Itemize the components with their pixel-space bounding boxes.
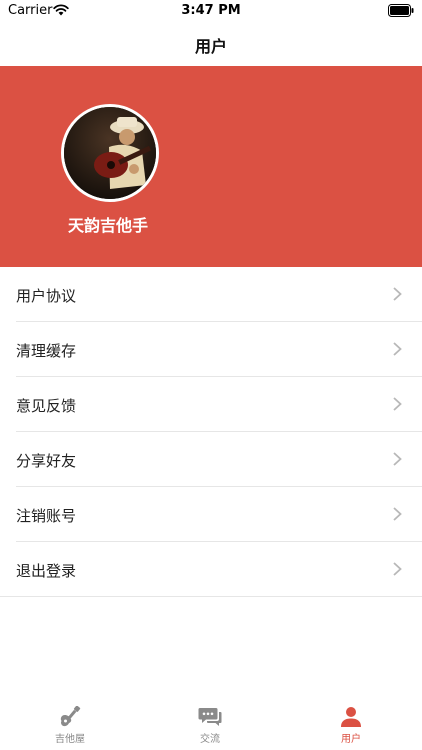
avatar[interactable]: [61, 104, 159, 202]
chat-icon: [198, 708, 222, 726]
menu-item-share[interactable]: 分享好友: [0, 432, 422, 487]
status-time: 3:47 PM: [181, 3, 241, 18]
chevron-right-icon: [393, 342, 402, 356]
menu-item-user-agreement[interactable]: 用户协议: [0, 267, 422, 322]
menu-item-clear-cache[interactable]: 清理缓存: [0, 322, 422, 377]
tab-bar: 吉他屋 交流 用户: [0, 700, 422, 750]
screen: Carrier 3:47 PM 用户 天韵吉他手 用户协议 清理缓存 意见反馈 …: [0, 0, 422, 750]
divider: [0, 596, 422, 597]
tab-label: 吉他屋: [55, 734, 85, 745]
user-icon: [341, 707, 361, 727]
status-bar: Carrier 3:47 PM: [0, 0, 422, 24]
menu-item-delete-account[interactable]: 注销账号: [0, 487, 422, 542]
menu-item-label: 退出登录: [16, 562, 77, 580]
username: 天韵吉他手: [67, 216, 148, 235]
chevron-right-icon: [393, 507, 402, 521]
tab-chat[interactable]: 交流: [160, 706, 260, 750]
chevron-right-icon: [393, 452, 402, 466]
menu-item-label: 清理缓存: [16, 342, 77, 360]
settings-menu: 用户协议 清理缓存 意见反馈 分享好友 注销账号 退出登录: [0, 267, 422, 597]
menu-item-label: 分享好友: [16, 452, 77, 470]
guitar-icon: [60, 706, 81, 727]
menu-item-label: 用户协议: [16, 287, 77, 305]
chevron-right-icon: [393, 287, 402, 301]
menu-item-logout[interactable]: 退出登录: [0, 542, 422, 597]
menu-item-label: 意见反馈: [16, 397, 77, 415]
menu-item-feedback[interactable]: 意见反馈: [0, 377, 422, 432]
avatar-image: [64, 107, 156, 199]
tab-guitar-house[interactable]: 吉他屋: [20, 706, 120, 750]
chevron-right-icon: [393, 397, 402, 411]
tab-label: 用户: [341, 734, 361, 745]
battery-icon: [388, 4, 414, 17]
tab-user[interactable]: 用户: [301, 706, 401, 750]
nav-bar: 用户: [0, 24, 422, 66]
tab-label: 交流: [200, 734, 220, 745]
menu-item-label: 注销账号: [16, 507, 77, 525]
profile-header: 天韵吉他手: [0, 66, 422, 267]
page-title: 用户: [194, 37, 227, 56]
chevron-right-icon: [393, 562, 402, 576]
